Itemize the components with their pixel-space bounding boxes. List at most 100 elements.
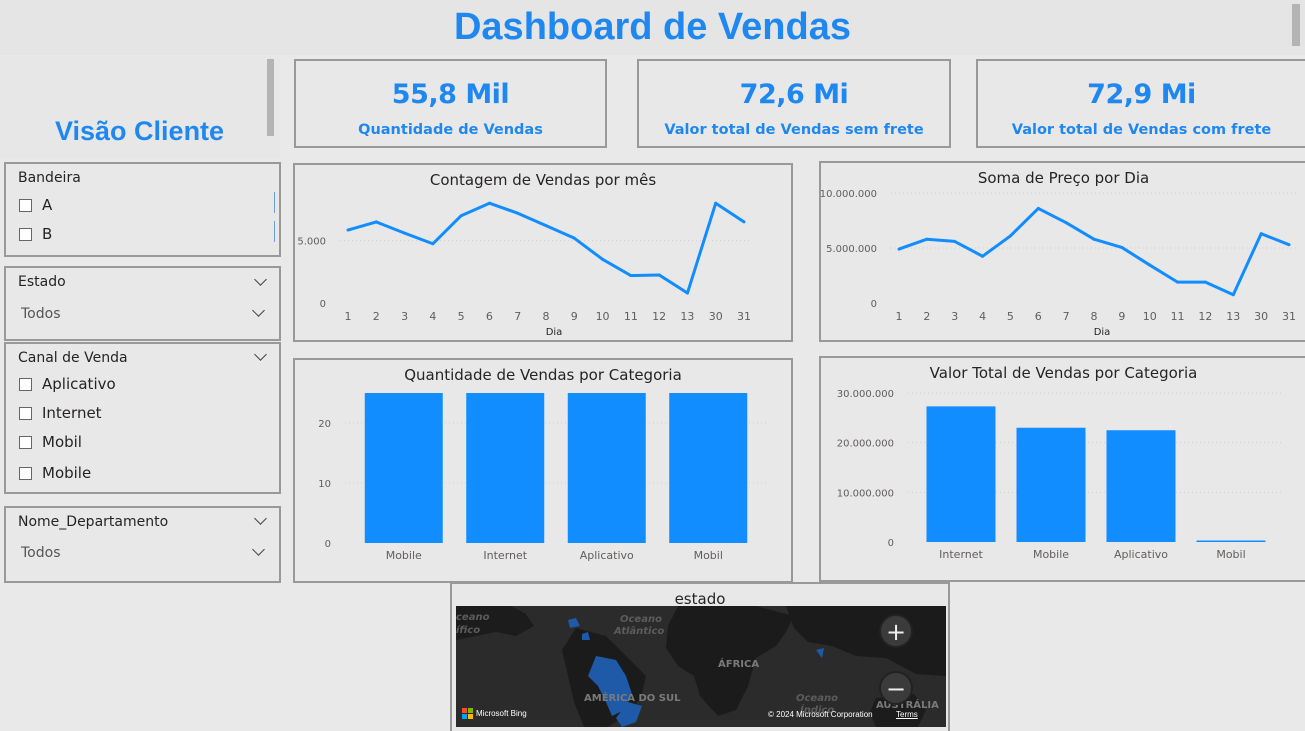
- option-internet[interactable]: Internet: [19, 403, 102, 423]
- bar: [1196, 540, 1266, 542]
- x-axis-label: Dia: [1094, 327, 1111, 338]
- world-map[interactable]: Oceano Atlântico ceano ífico ÁFRICA AMÉR…: [456, 606, 946, 727]
- checkbox[interactable]: [19, 227, 32, 241]
- data-point: [1287, 243, 1291, 247]
- page-title: Dashboard de Vendas: [453, 6, 851, 48]
- data-point: [1176, 280, 1180, 284]
- data-point: [1203, 280, 1207, 284]
- line-chart-contagem[interactable]: 05.0001 2 3 4 5 6 7 8 9 10 11 12 13 30 31Dia: [295, 165, 791, 340]
- x-tick-label: 12: [1198, 310, 1212, 323]
- option-a[interactable]: A: [19, 195, 52, 215]
- slicer-scrollbar[interactable]: [274, 221, 275, 242]
- map-label: AMÉRICA DO SUL: [584, 691, 681, 704]
- x-tick-label: 11: [1171, 310, 1185, 323]
- bing-label: Microsoft Bing: [476, 709, 527, 718]
- x-tick-label: Internet: [483, 549, 527, 562]
- x-tick-label: 6: [486, 310, 493, 323]
- x-tick-label: Mobil: [1216, 548, 1245, 561]
- map-label: ífico: [456, 624, 480, 636]
- x-tick-label: 5: [1007, 310, 1014, 323]
- panel-title: Visão Cliente: [55, 116, 225, 146]
- page-scrollbar[interactable]: [1292, 4, 1300, 46]
- data-point: [981, 254, 985, 258]
- y-tick-label: 5.000: [297, 237, 326, 248]
- left-panel-header: Visão Cliente: [0, 56, 280, 158]
- y-tick-label: 0: [320, 299, 326, 310]
- x-tick-label: Mobile: [1033, 548, 1069, 561]
- slicer-title: Canal de Venda: [18, 350, 128, 366]
- data-point: [925, 237, 929, 241]
- data-point: [374, 220, 378, 224]
- x-tick-label: Internet: [939, 548, 983, 561]
- y-tick-label: 0: [325, 539, 331, 550]
- bar: [364, 393, 443, 543]
- map-label: Atlântico: [613, 625, 664, 637]
- x-tick-label: 9: [571, 310, 578, 323]
- panel-scrollbar[interactable]: [267, 59, 274, 136]
- dropdown-value[interactable]: Todos: [21, 306, 60, 322]
- map-canvas[interactable]: Oceano Atlântico ceano ífico ÁFRICA AMÉR…: [456, 606, 946, 727]
- checkbox[interactable]: [19, 466, 32, 480]
- data-point: [742, 220, 746, 224]
- data-point: [657, 273, 661, 277]
- map-copyright: © 2024 Microsoft Corporation: [768, 710, 873, 719]
- option-b[interactable]: B: [19, 224, 52, 244]
- data-point: [897, 247, 901, 251]
- x-tick-label: Mobile: [386, 549, 422, 562]
- chevron-down-icon[interactable]: [254, 512, 267, 525]
- kpi-value: 55,8 Mil: [391, 79, 510, 110]
- series-line: [898, 206, 1290, 297]
- data-point: [953, 239, 957, 243]
- zoom-out-button[interactable]: −: [879, 671, 913, 705]
- header-bar: Dashboard de Vendas: [0, 0, 1305, 55]
- terms-link[interactable]: Terms: [896, 710, 918, 719]
- y-tick-label: 0: [871, 299, 877, 310]
- data-point: [1064, 221, 1068, 225]
- x-tick-label: Aplicativo: [580, 549, 634, 562]
- data-point: [601, 257, 605, 261]
- slicer-title: Estado: [18, 274, 66, 290]
- data-point: [1092, 237, 1096, 241]
- dropdown-value[interactable]: Todos: [21, 545, 60, 561]
- zoom-in-button[interactable]: +: [879, 614, 913, 648]
- series-line: [347, 201, 745, 295]
- map-label: Oceano: [620, 614, 662, 625]
- chevron-down-icon[interactable]: [252, 543, 265, 556]
- checkbox[interactable]: [19, 377, 32, 391]
- data-point: [1259, 232, 1263, 236]
- y-tick-label: 10.000.000: [821, 189, 877, 200]
- map-label: ceano: [456, 612, 490, 623]
- map-label: ÁFRICA: [718, 657, 759, 670]
- slicer-scrollbar[interactable]: [274, 192, 275, 213]
- option-label: Mobile: [42, 464, 92, 482]
- bar: [926, 406, 996, 542]
- x-tick-label: 30: [1254, 310, 1268, 323]
- checkbox[interactable]: [19, 435, 32, 449]
- x-tick-label: 10: [596, 310, 610, 323]
- chevron-down-icon[interactable]: [254, 348, 267, 361]
- x-tick-label: 1: [345, 310, 352, 323]
- chevron-down-icon[interactable]: [254, 273, 267, 286]
- bar: [567, 393, 646, 543]
- bar: [466, 393, 545, 543]
- x-tick-label: 13: [680, 310, 694, 323]
- kpi-label: Quantidade de Vendas: [358, 122, 543, 138]
- line-chart-soma-preco[interactable]: 05.000.00010.000.0001 2 3 4 5 6 7 8 9 10 11 12 13 30 3…: [821, 163, 1305, 340]
- option-mobil[interactable]: Mobil: [19, 432, 82, 452]
- kpi-card-quantidade: 55,8 Mil Quantidade de Vendas: [294, 59, 607, 148]
- option-label: A: [42, 196, 53, 214]
- checkbox[interactable]: [19, 198, 32, 212]
- checkbox[interactable]: [19, 406, 32, 420]
- bar-chart-valor[interactable]: 0 10.000.000 20.000.000 30.000.000 Internet M…: [821, 358, 1305, 580]
- option-aplicativo[interactable]: Aplicativo: [19, 374, 116, 394]
- y-tick-label: 10.000.000: [837, 488, 894, 499]
- x-tick-label: 4: [979, 310, 986, 323]
- y-tick-label: 0: [888, 538, 894, 549]
- chevron-down-icon[interactable]: [252, 304, 265, 317]
- microsoft-logo-icon: [462, 708, 473, 719]
- bar-chart-quantidade[interactable]: 0 10 20 Mobile Internet Aplicativo Mobil: [295, 360, 791, 581]
- x-tick-label: 3: [401, 310, 408, 323]
- x-tick-label: 9: [1118, 310, 1125, 323]
- option-mobile[interactable]: Mobile: [19, 463, 91, 483]
- bing-logo: Microsoft Bing: [462, 708, 527, 719]
